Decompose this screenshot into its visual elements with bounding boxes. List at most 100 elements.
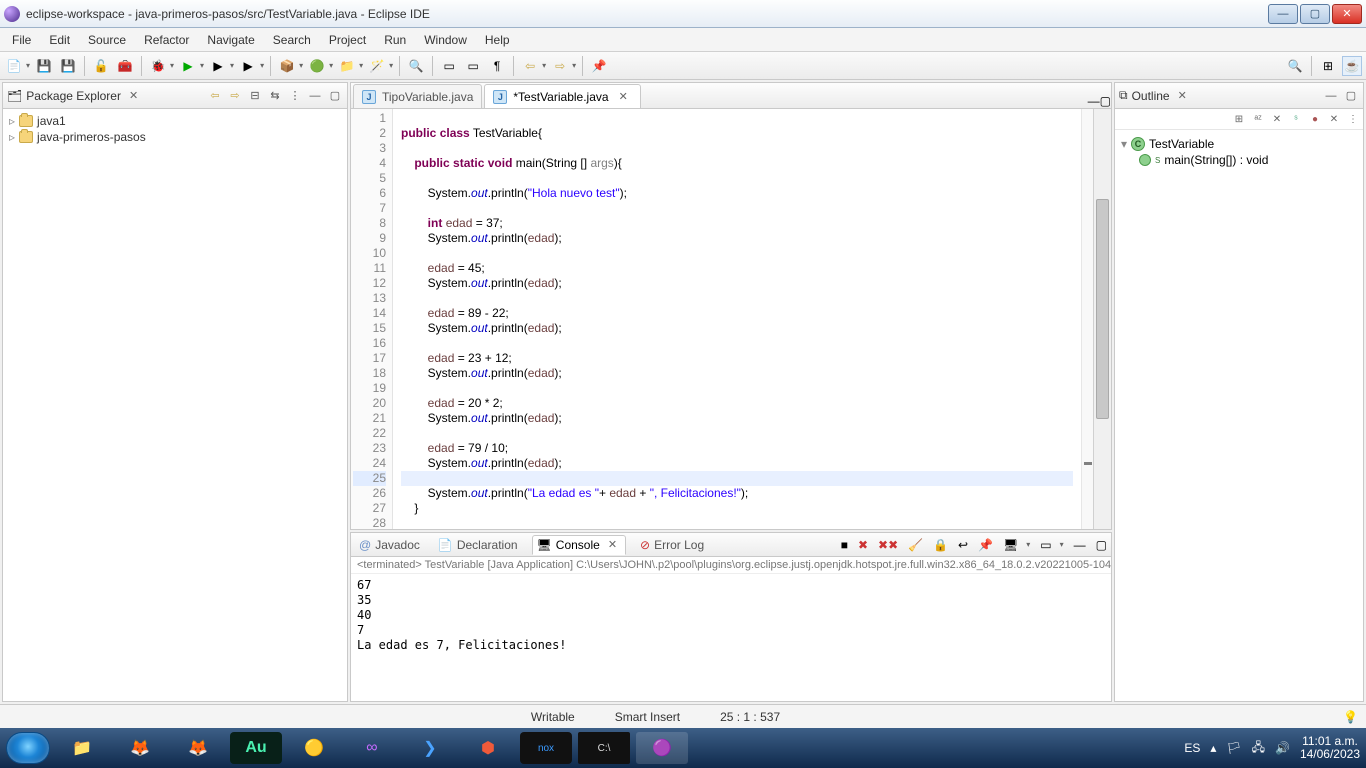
project-tree[interactable]: ▹ java1 ▹ java-primeros-pasos: [3, 109, 347, 149]
close-icon[interactable]: ✕: [1174, 89, 1191, 102]
chrome-icon[interactable]: 🟡: [288, 732, 340, 764]
back-icon[interactable]: ⇦: [520, 56, 540, 76]
vs-icon[interactable]: ∞: [346, 732, 398, 764]
menu-help[interactable]: Help: [477, 31, 518, 49]
minimize-editor-icon[interactable]: —: [1088, 94, 1100, 108]
new-folder-icon[interactable]: 📁: [337, 56, 357, 76]
maximize-editor-icon[interactable]: ▢: [1100, 94, 1111, 108]
firefox-icon[interactable]: 🦊: [114, 732, 166, 764]
tray-chevron-icon[interactable]: ▴: [1210, 741, 1216, 755]
new-package-icon[interactable]: 📦: [277, 56, 297, 76]
maximize-view-icon[interactable]: ▢: [1096, 538, 1107, 552]
hide-nonpublic-icon[interactable]: ●: [1307, 111, 1323, 127]
clock-date[interactable]: 14/06/2023: [1300, 748, 1360, 761]
audition-icon[interactable]: Au: [230, 732, 282, 764]
open-console-icon[interactable]: ▭: [1040, 538, 1051, 552]
word-wrap-icon[interactable]: ↩: [958, 538, 968, 552]
save-all-icon[interactable]: 💾: [58, 56, 78, 76]
tree-item[interactable]: ▹ java-primeros-pasos: [9, 129, 341, 145]
menu-source[interactable]: Source: [80, 31, 134, 49]
display-console-icon[interactable]: 🖥: [1003, 538, 1018, 552]
overview-ruler[interactable]: [1081, 109, 1093, 529]
menu-edit[interactable]: Edit: [41, 31, 78, 49]
tab-javadoc[interactable]: @Javadoc: [355, 536, 424, 554]
menu-project[interactable]: Project: [321, 31, 374, 49]
start-button[interactable]: [6, 732, 50, 764]
forward-nav-icon[interactable]: ⇨: [227, 88, 243, 104]
outline-tab[interactable]: ⧉ Outline ✕: [1119, 88, 1191, 103]
outline-class[interactable]: ▾ C TestVariable: [1121, 136, 1357, 152]
code-content[interactable]: public class TestVariable{ public static…: [393, 109, 1081, 529]
debug-icon[interactable]: 🐞: [148, 56, 168, 76]
build-icon[interactable]: 🧰: [115, 56, 135, 76]
volume-icon[interactable]: 🔊: [1275, 741, 1290, 755]
nox-icon[interactable]: nox: [520, 732, 572, 764]
forward-icon[interactable]: ⇨: [550, 56, 570, 76]
network-icon[interactable]: 🖧: [1252, 738, 1265, 759]
tab-declaration[interactable]: 📄Declaration: [434, 536, 522, 554]
outline-tree[interactable]: ▾ C TestVariable S main(String[]) : void: [1115, 130, 1363, 174]
toggle-mark-icon[interactable]: ▭: [439, 56, 459, 76]
console-output[interactable]: 67 35 40 7 La edad es 7, Felicitaciones!: [351, 574, 1111, 657]
tab-errorlog[interactable]: ⊘Error Log: [636, 536, 708, 554]
action-center-icon[interactable]: 🏳: [1226, 741, 1241, 755]
close-icon[interactable]: ✕: [125, 89, 142, 102]
clear-console-icon[interactable]: 🧹: [908, 538, 923, 552]
package-explorer-tab[interactable]: 🗂 Package Explorer ✕: [7, 89, 142, 103]
vscode-icon[interactable]: ❯: [404, 732, 456, 764]
remove-all-icon[interactable]: ✖✖: [878, 538, 898, 552]
link-editor-icon[interactable]: ⇆: [267, 88, 283, 104]
maximize-button[interactable]: ▢: [1300, 4, 1330, 24]
back-nav-icon[interactable]: ⇦: [207, 88, 223, 104]
focus-icon[interactable]: ⊞: [1231, 111, 1247, 127]
firefox-dev-icon[interactable]: 🦊: [172, 732, 224, 764]
minimize-view-icon[interactable]: —: [307, 88, 323, 104]
close-button[interactable]: ✕: [1332, 4, 1362, 24]
explorer-icon[interactable]: 📁: [56, 732, 108, 764]
run-icon[interactable]: ▶: [178, 56, 198, 76]
remove-launch-icon[interactable]: ✖: [858, 538, 868, 552]
cmd-icon[interactable]: C:\: [578, 732, 630, 764]
coverage-icon[interactable]: ▶: [208, 56, 228, 76]
quick-access-icon[interactable]: 🔍: [1285, 56, 1305, 76]
app-icon[interactable]: ⬢: [462, 732, 514, 764]
collapse-all-icon[interactable]: ⊟: [247, 88, 263, 104]
maximize-view-icon[interactable]: ▢: [327, 88, 343, 104]
menu-file[interactable]: File: [4, 31, 39, 49]
search-icon[interactable]: 🔍: [406, 56, 426, 76]
maximize-view-icon[interactable]: ▢: [1343, 88, 1359, 104]
vertical-scrollbar[interactable]: [1093, 109, 1111, 529]
menu-search[interactable]: Search: [265, 31, 319, 49]
minimize-button[interactable]: —: [1268, 4, 1298, 24]
pin-console-icon[interactable]: 📌: [978, 538, 993, 552]
toggle-block-icon[interactable]: ▭: [463, 56, 483, 76]
open-perspective-icon[interactable]: ⊞: [1318, 56, 1338, 76]
show-whitespace-icon[interactable]: ¶: [487, 56, 507, 76]
tree-item[interactable]: ▹ java1: [9, 113, 341, 129]
hide-local-icon[interactable]: ✕: [1326, 111, 1342, 127]
java-perspective-icon[interactable]: ☕: [1342, 56, 1362, 76]
sort-icon[interactable]: ᵃᶻ: [1250, 111, 1266, 127]
eclipse-taskbar-icon[interactable]: 🟣: [636, 732, 688, 764]
hide-static-icon[interactable]: ˢ: [1288, 111, 1304, 127]
new-class-icon[interactable]: 🟢: [307, 56, 327, 76]
open-type-icon[interactable]: 🔓: [91, 56, 111, 76]
external-tools-icon[interactable]: ▶: [238, 56, 258, 76]
pin-icon[interactable]: 📌: [589, 56, 609, 76]
tip-icon[interactable]: 💡: [1343, 710, 1358, 724]
system-tray[interactable]: ES ▴ 🏳 🖧 🔊 11:01 a.m. 14/06/2023: [1184, 735, 1360, 761]
view-menu-icon[interactable]: ⋮: [1345, 111, 1361, 127]
save-icon[interactable]: 💾: [34, 56, 54, 76]
close-icon[interactable]: ✕: [604, 538, 621, 551]
outline-method[interactable]: S main(String[]) : void: [1139, 152, 1357, 168]
menu-navigate[interactable]: Navigate: [199, 31, 262, 49]
hide-fields-icon[interactable]: ✕: [1269, 111, 1285, 127]
tab-tipovariable[interactable]: J TipoVariable.java: [353, 84, 482, 108]
code-editor[interactable]: 1234567891011121314151617181920212223242…: [351, 109, 1111, 529]
wizard-icon[interactable]: 🪄: [367, 56, 387, 76]
tab-testvariable[interactable]: J *TestVariable.java ✕: [484, 84, 640, 108]
minimize-view-icon[interactable]: —: [1323, 88, 1339, 104]
menu-run[interactable]: Run: [376, 31, 414, 49]
tab-console[interactable]: 🖥Console✕: [532, 535, 626, 555]
view-menu-icon[interactable]: ⋮: [287, 88, 303, 104]
